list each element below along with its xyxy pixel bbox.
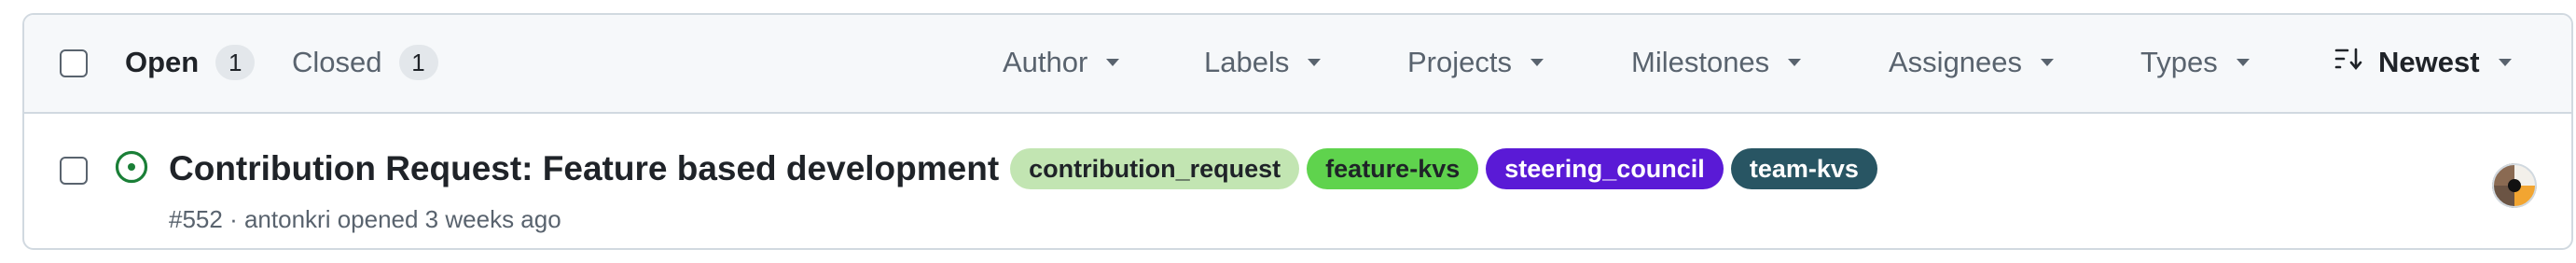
issue-number: #552 (169, 205, 223, 233)
meta-separator: · (229, 205, 244, 233)
triangle-down-icon (1308, 59, 1322, 66)
issues-list-box: Open 1 Closed 1 Author Labels Projects M… (22, 13, 2573, 250)
issue-opened-icon (114, 149, 149, 189)
issue-meta: #552 · antonkri opened 3 weeks ago (169, 205, 561, 234)
tab-open[interactable]: Open 1 (125, 44, 256, 81)
tab-closed-label: Closed (292, 46, 382, 78)
labels-filter-label: Labels (1204, 46, 1290, 78)
triangle-down-icon (1788, 59, 1802, 66)
triangle-down-icon (1530, 59, 1544, 66)
author-filter[interactable]: Author (1003, 44, 1120, 81)
select-all-checkbox[interactable] (60, 49, 88, 77)
open-count-badge: 1 (215, 45, 256, 80)
assignees-filter[interactable]: Assignees (1889, 44, 2055, 81)
triangle-down-icon (2041, 59, 2055, 66)
milestones-filter[interactable]: Milestones (1631, 44, 1802, 81)
assignees-filter-label: Assignees (1889, 46, 2023, 78)
types-filter[interactable]: Types (2140, 44, 2250, 81)
issue-row[interactable]: Contribution Request: Feature based deve… (24, 114, 2571, 248)
closed-count-badge: 1 (398, 45, 438, 80)
triangle-down-icon (2498, 59, 2512, 66)
milestones-filter-label: Milestones (1631, 46, 1770, 78)
projects-filter-label: Projects (1407, 46, 1512, 78)
triangle-down-icon (1106, 59, 1120, 66)
author-filter-label: Author (1003, 46, 1088, 78)
issue-title-line: Contribution Request: Feature based deve… (169, 147, 1885, 190)
label-contribution-request[interactable]: contribution_request (1010, 148, 1300, 189)
sort-label: Newest (2378, 46, 2480, 78)
tab-closed[interactable]: Closed 1 (292, 44, 438, 81)
sort-desc-icon (2334, 46, 2363, 79)
labels-filter[interactable]: Labels (1204, 44, 1322, 81)
projects-filter[interactable]: Projects (1407, 44, 1544, 81)
label-team-kvs[interactable]: team-kvs (1730, 148, 1877, 189)
sort-dropdown[interactable]: Newest (2334, 44, 2512, 81)
issues-list-header: Open 1 Closed 1 Author Labels Projects M… (24, 15, 2571, 114)
label-feature-kvs[interactable]: feature-kvs (1307, 148, 1479, 189)
triangle-down-icon (2236, 59, 2250, 66)
assignee-avatar[interactable] (2492, 163, 2537, 208)
issue-opened-text: opened 3 weeks ago (337, 205, 561, 233)
issue-title-link[interactable]: Contribution Request: Feature based deve… (169, 149, 999, 188)
tab-open-label: Open (125, 46, 200, 78)
label-steering-council[interactable]: steering_council (1486, 148, 1724, 189)
types-filter-label: Types (2140, 46, 2218, 78)
issue-author-link[interactable]: antonkri (244, 205, 331, 233)
issue-select-checkbox[interactable] (60, 157, 88, 185)
